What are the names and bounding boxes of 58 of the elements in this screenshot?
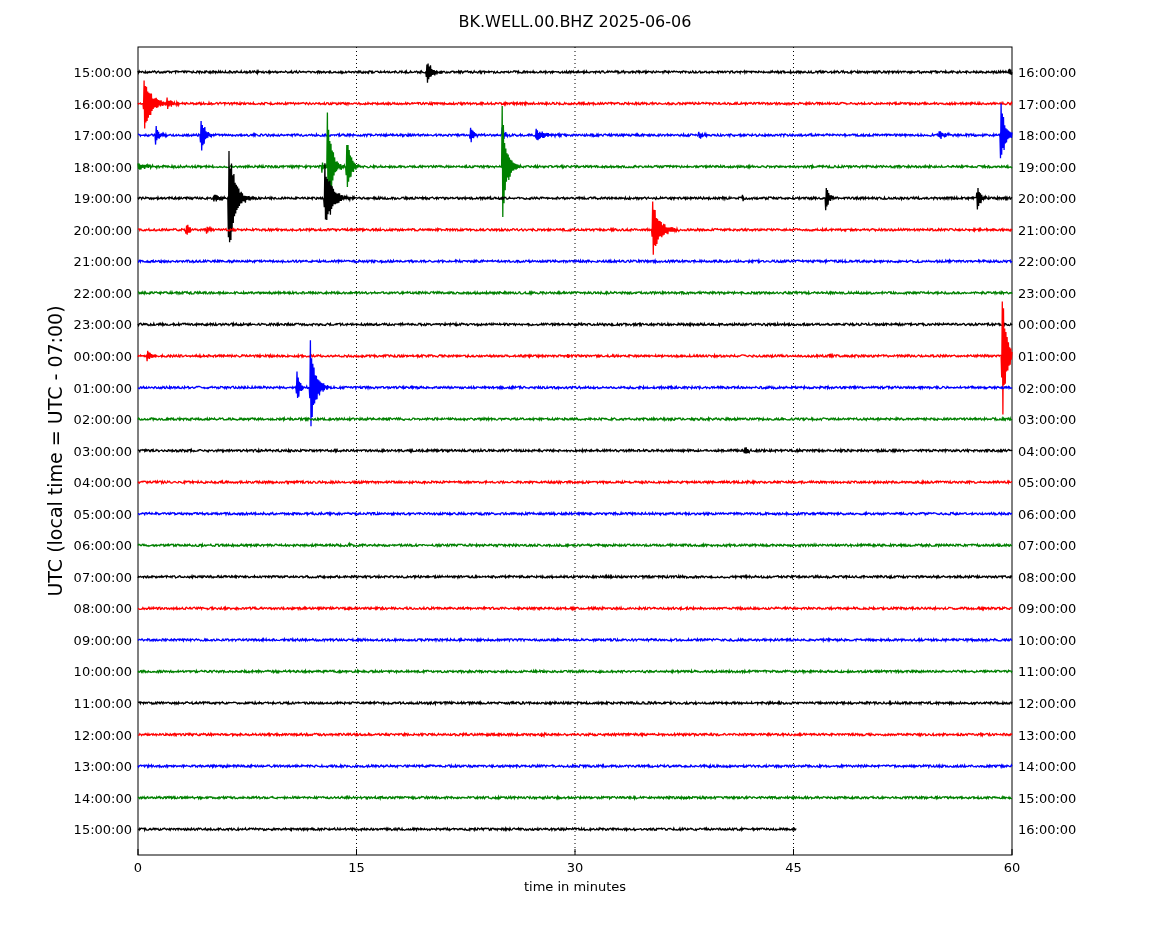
row-time-label: 18:00:00: [73, 159, 132, 175]
row-time-label: 03:00:00: [73, 443, 132, 459]
row-time-label: 00:00:00: [73, 348, 132, 364]
x-tick-label: 60: [1003, 860, 1021, 875]
row-time-label: 21:00:00: [1018, 222, 1077, 238]
row-time-label: 20:00:00: [1018, 191, 1077, 207]
row-time-label: 13:00:00: [1018, 727, 1077, 743]
row-time-label: 01:00:00: [1018, 348, 1077, 364]
row-time-label: 10:00:00: [73, 664, 132, 680]
row-time-label: 22:00:00: [1018, 254, 1077, 270]
x-tick-label: 15: [348, 860, 365, 875]
row-time-label: 12:00:00: [73, 727, 132, 743]
row-time-label: 16:00:00: [73, 96, 132, 112]
row-time-label: 04:00:00: [1018, 443, 1077, 459]
x-tick-label: 30: [566, 860, 584, 875]
row-time-label: 23:00:00: [73, 317, 132, 333]
row-time-label: 16:00:00: [1018, 822, 1077, 838]
row-time-label: 03:00:00: [1018, 412, 1077, 428]
row-time-label: 19:00:00: [1018, 159, 1077, 175]
row-time-label: 17:00:00: [73, 128, 132, 144]
row-time-label: 11:00:00: [73, 696, 132, 711]
row-time-label: 08:00:00: [73, 601, 132, 617]
row-time-label: 06:00:00: [73, 538, 132, 554]
row-time-label: 09:00:00: [73, 632, 132, 648]
row-time-label: 16:00:00: [1018, 65, 1077, 80]
row-time-label: 02:00:00: [1018, 380, 1077, 396]
row-time-label: 22:00:00: [73, 285, 132, 301]
row-time-label: 04:00:00: [73, 475, 132, 491]
row-time-label: 20:00:00: [73, 222, 132, 238]
row-time-label: 19:00:00: [73, 191, 132, 207]
x-axis-label: time in minutes: [523, 879, 627, 894]
row-time-label: 15:00:00: [1018, 790, 1077, 806]
row-time-label: 14:00:00: [73, 790, 132, 806]
row-time-label: 09:00:00: [1018, 601, 1077, 617]
row-time-label: 21:00:00: [73, 254, 132, 270]
row-time-label: 06:00:00: [1018, 506, 1077, 522]
row-time-label: 01:00:00: [73, 380, 132, 396]
row-time-label: 17:00:00: [1018, 96, 1077, 112]
row-time-label: 18:00:00: [1018, 128, 1077, 144]
row-time-label: 14:00:00: [1018, 759, 1077, 775]
row-time-label: 15:00:00: [73, 822, 132, 838]
y-axis-label: UTC (local time = UTC - 07:00): [44, 305, 66, 597]
row-time-label: 05:00:00: [73, 506, 132, 522]
row-time-label: 07:00:00: [73, 569, 132, 585]
x-tick-label: 0: [133, 860, 143, 875]
x-tick-label: 45: [785, 860, 802, 875]
row-time-label: 13:00:00: [73, 759, 132, 775]
row-time-label: 02:00:00: [73, 412, 132, 428]
row-time-label: 15:00:00: [73, 65, 132, 80]
row-time-label: 11:00:00: [1018, 664, 1077, 680]
chart-title: BK.WELL.00.BHZ 2025-06-06: [458, 12, 692, 31]
row-time-label: 12:00:00: [1018, 696, 1077, 711]
row-time-label: 08:00:00: [1018, 569, 1077, 585]
row-time-label: 23:00:00: [1018, 285, 1077, 301]
row-time-label: 10:00:00: [1018, 632, 1077, 648]
row-time-label: 05:00:00: [1018, 475, 1077, 491]
row-time-label: 07:00:00: [1018, 538, 1077, 554]
row-time-label: 00:00:00: [1018, 317, 1077, 333]
